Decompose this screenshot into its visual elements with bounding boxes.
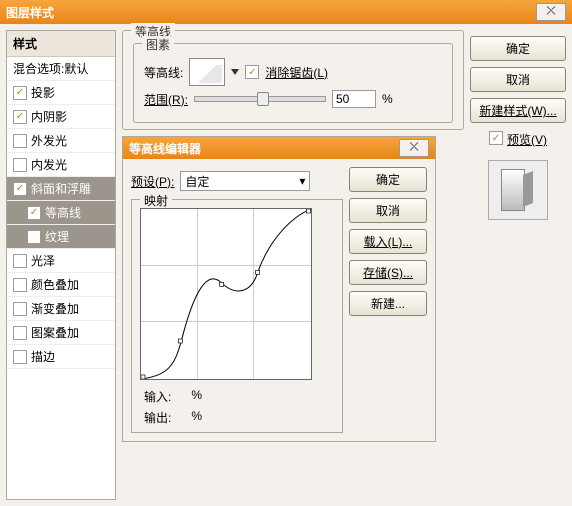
antialias-label: 消除锯齿(L) — [265, 64, 328, 81]
editor-save-button[interactable]: 存储(S)... — [349, 260, 427, 285]
preset-label: 预设(P): — [131, 173, 174, 190]
sidebar-item-patternoverlay[interactable]: 图案叠加 — [7, 321, 115, 345]
cancel-button[interactable]: 取消 — [470, 67, 566, 92]
checkbox-icon[interactable]: ✓ — [13, 110, 27, 124]
range-input[interactable]: 50 — [332, 90, 376, 108]
preset-select[interactable]: 自定 ▾ — [180, 171, 310, 191]
checkbox-icon[interactable] — [27, 230, 41, 244]
right-buttons: 确定 取消 新建样式(W)... ✓ 预览(V) — [470, 30, 566, 500]
checkbox-icon[interactable]: ✓ — [27, 206, 41, 220]
sidebar-item-contour[interactable]: ✓等高线 — [7, 201, 115, 225]
sidebar-item-innershadow[interactable]: ✓内阴影 — [7, 105, 115, 129]
editor-ok-button[interactable]: 确定 — [349, 167, 427, 192]
styles-sidebar: 样式 混合选项:默认 ✓投影 ✓内阴影 外发光 内发光 ✓斜面和浮雕 ✓等高线 … — [6, 30, 116, 500]
range-slider[interactable] — [194, 96, 326, 102]
checkbox-icon[interactable] — [13, 302, 27, 316]
sidebar-item-satin[interactable]: 光泽 — [7, 249, 115, 273]
editor-new-button[interactable]: 新建... — [349, 291, 427, 316]
checkbox-icon[interactable] — [13, 254, 27, 268]
slider-knob[interactable] — [257, 92, 269, 106]
sidebar-header: 样式 — [7, 31, 115, 57]
checkbox-icon[interactable] — [13, 350, 27, 364]
preview-checkbox[interactable]: ✓ — [489, 131, 503, 145]
preview-thumb — [488, 160, 548, 220]
sidebar-item-bevel[interactable]: ✓斜面和浮雕 — [7, 177, 115, 201]
sidebar-item-gradientoverlay[interactable]: 渐变叠加 — [7, 297, 115, 321]
sidebar-item-coloroverlay[interactable]: 颜色叠加 — [7, 273, 115, 297]
curve-canvas[interactable] — [140, 208, 312, 380]
mapping-legend: 映射 — [140, 192, 172, 209]
main-titlebar: 图层样式 ⤬ — [0, 0, 572, 24]
checkbox-icon[interactable]: ✓ — [13, 182, 27, 196]
checkbox-icon[interactable] — [13, 278, 27, 292]
contour-editor-dialog: 等高线编辑器 ⤬ 预设(P): 自定 ▾ 映射 — [122, 136, 436, 442]
checkbox-icon[interactable]: ✓ — [13, 86, 27, 100]
sidebar-item-stroke[interactable]: 描边 — [7, 345, 115, 369]
output-pct: % — [191, 409, 202, 426]
elements-legend: 图素 — [142, 36, 174, 53]
editor-titlebar: 等高线编辑器 ⤬ — [123, 137, 435, 159]
output-label: 输出: — [144, 409, 171, 426]
checkbox-icon[interactable] — [13, 158, 27, 172]
curve-path — [141, 209, 311, 379]
contour-label: 等高线: — [144, 64, 183, 81]
input-label: 输入: — [144, 388, 171, 405]
contour-group: 等高线 图素 等高线: ✓ 消除锯齿(L) 范围(R): 50 % — [122, 30, 464, 130]
checkbox-icon[interactable] — [13, 134, 27, 148]
editor-cancel-button[interactable]: 取消 — [349, 198, 427, 223]
antialias-checkbox[interactable]: ✓ — [245, 65, 259, 79]
range-pct: % — [382, 92, 393, 106]
sidebar-item-innerglow[interactable]: 内发光 — [7, 153, 115, 177]
sidebar-item-dropshadow[interactable]: ✓投影 — [7, 81, 115, 105]
close-icon[interactable]: ⤬ — [399, 139, 429, 157]
close-icon[interactable]: ⤬ — [536, 3, 566, 21]
ok-button[interactable]: 确定 — [470, 36, 566, 61]
checkbox-icon[interactable] — [13, 326, 27, 340]
sidebar-item-outerglow[interactable]: 外发光 — [7, 129, 115, 153]
range-label: 范围(R): — [144, 91, 188, 108]
sidebar-blending-options[interactable]: 混合选项:默认 — [7, 57, 115, 81]
sidebar-item-texture[interactable]: 纹理 — [7, 225, 115, 249]
editor-title: 等高线编辑器 — [129, 140, 201, 157]
chevron-down-icon: ▾ — [299, 174, 305, 188]
input-pct: % — [191, 388, 202, 405]
mapping-field: 映射 — [131, 199, 343, 433]
dialog-title: 图层样式 — [6, 4, 54, 21]
new-style-button[interactable]: 新建样式(W)... — [470, 98, 566, 123]
contour-thumb[interactable] — [189, 58, 225, 86]
editor-load-button[interactable]: 载入(L)... — [349, 229, 427, 254]
chevron-down-icon[interactable] — [231, 69, 239, 75]
elements-group: 图素 等高线: ✓ 消除锯齿(L) 范围(R): 50 % — [133, 43, 453, 123]
preview-label: 预览(V) — [507, 131, 547, 148]
